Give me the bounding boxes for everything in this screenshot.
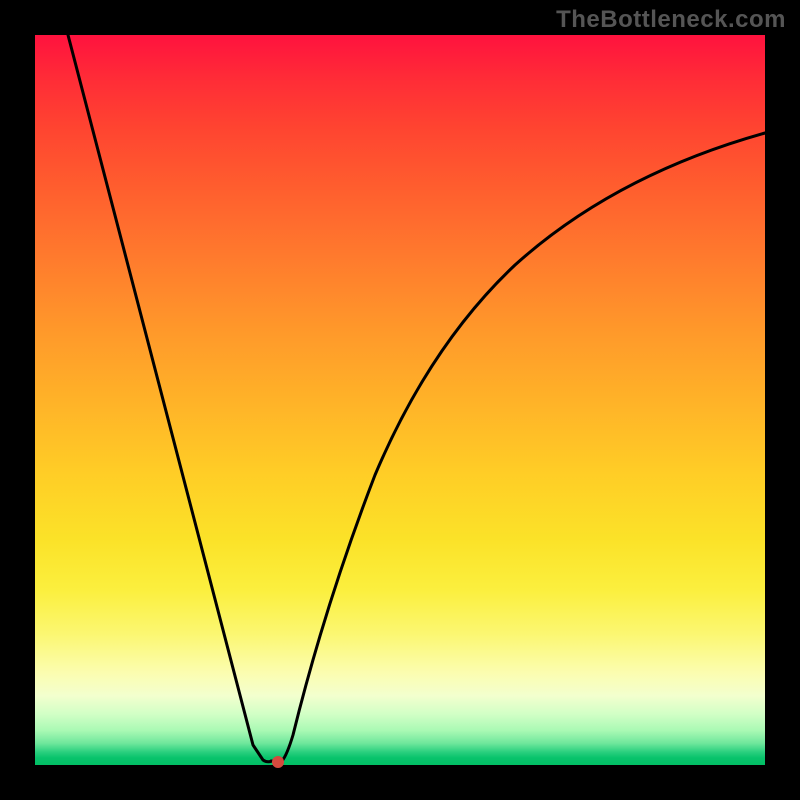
watermark-text: TheBottleneck.com [556,6,786,34]
minimum-marker [272,756,284,768]
chart-frame: TheBottleneck.com [0,0,800,800]
plot-area [35,35,765,765]
curve-right-branch [282,133,765,761]
bottleneck-curve [35,35,765,765]
curve-left-branch [68,35,272,762]
